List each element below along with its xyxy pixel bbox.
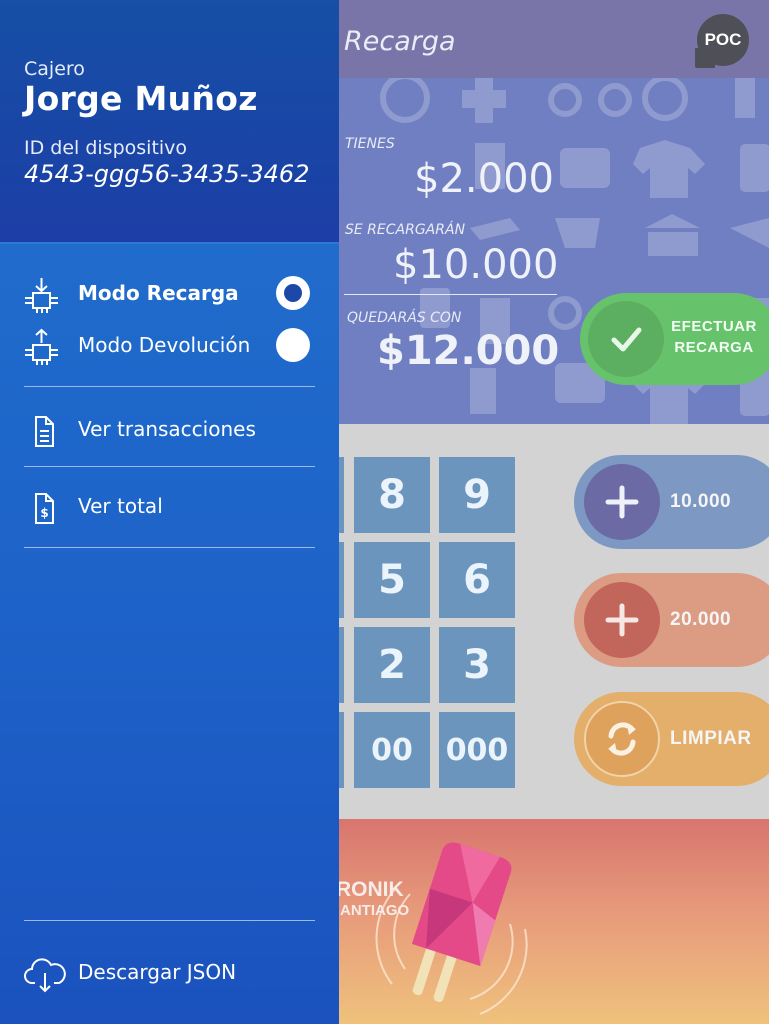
balance-divider [344, 294, 557, 295]
key-00[interactable]: 00 [354, 712, 430, 788]
current-balance-value: $2.000 [414, 156, 554, 202]
drawer-divider [24, 466, 315, 467]
resulting-balance-value: $12.000 [377, 328, 560, 374]
device-upload-icon [25, 328, 58, 365]
add-10000-label: 10.000 [670, 491, 732, 512]
drawer-header: Cajero Jorge Muñoz ID del dispositivo 45… [0, 0, 339, 244]
navigation-drawer: Cajero Jorge Muñoz ID del dispositivo 45… [0, 0, 339, 1024]
key-8[interactable]: 8 [354, 457, 430, 533]
mode-refund-radio[interactable] [276, 328, 310, 362]
key-2[interactable]: 2 [354, 627, 430, 703]
key-5[interactable]: 5 [354, 542, 430, 618]
poc-badge-text: POC [704, 30, 742, 49]
current-balance-label: TIENES [345, 136, 395, 152]
key-9[interactable]: 9 [439, 457, 515, 533]
view-transactions-label: Ver transacciones [78, 417, 256, 441]
confirm-recharge-button[interactable]: EFECTUAR RECARGA [580, 293, 769, 385]
mode-recharge-label: Modo Recarga [78, 281, 239, 305]
refresh-icon [584, 701, 660, 777]
mode-refund-option[interactable]: Modo Devolución [0, 320, 339, 370]
drawer-divider [24, 386, 315, 387]
resulting-balance-label: QUEDARÁS CON [347, 310, 462, 326]
clear-label: LIMPIAR [670, 728, 752, 749]
svg-text:$: $ [40, 506, 48, 520]
promo-brand: RONIK ANTIAGO [336, 879, 409, 921]
document-icon [35, 416, 54, 447]
cashier-label: Cajero [24, 58, 85, 80]
money-document-icon: $ [35, 493, 54, 524]
cashier-name: Jorge Muñoz [24, 79, 258, 118]
view-total-label: Ver total [78, 494, 163, 518]
promo-brand-line1: RONIK [336, 878, 404, 901]
recharge-amount-label: SE RECARGARÁN [345, 222, 466, 238]
add-20000-button[interactable]: 20.000 [574, 573, 769, 667]
drawer-divider [24, 547, 315, 548]
mode-recharge-radio[interactable] [276, 276, 310, 310]
key-3[interactable]: 3 [439, 627, 515, 703]
download-json-label: Descargar JSON [78, 960, 237, 984]
add-20000-label: 20.000 [670, 609, 732, 630]
plus-icon [584, 582, 660, 658]
drawer-divider [24, 920, 315, 921]
key-6[interactable]: 6 [439, 542, 515, 618]
poc-avatar[interactable]: POC [695, 14, 749, 68]
device-download-icon [25, 278, 58, 313]
device-id-value: 4543-ggg56-3435-3462 [24, 160, 310, 188]
recharge-amount-value: $10.000 [393, 242, 559, 288]
mode-recharge-option[interactable]: Modo Recarga [0, 268, 339, 318]
view-transactions-link[interactable]: Ver transacciones [0, 404, 339, 454]
check-icon [588, 301, 664, 377]
view-total-link[interactable]: $ Ver total [0, 481, 339, 531]
download-json-button[interactable]: Descargar JSON [0, 947, 339, 997]
plus-icon [584, 464, 660, 540]
mode-refund-label: Modo Devolución [78, 333, 251, 357]
confirm-label-line1: EFECTUAR [671, 318, 757, 335]
clear-button[interactable]: LIMPIAR [574, 692, 769, 786]
promo-brand-line2: ANTIAGO [340, 902, 410, 919]
key-000[interactable]: 000 [439, 712, 515, 788]
confirm-label-line2: RECARGA [674, 339, 754, 356]
add-10000-button[interactable]: 10.000 [574, 455, 769, 549]
cloud-download-icon [24, 958, 66, 993]
confirm-recharge-label: EFECTUAR RECARGA [666, 316, 762, 358]
page-title: Recarga [344, 26, 456, 57]
device-id-label: ID del dispositivo [24, 137, 188, 159]
